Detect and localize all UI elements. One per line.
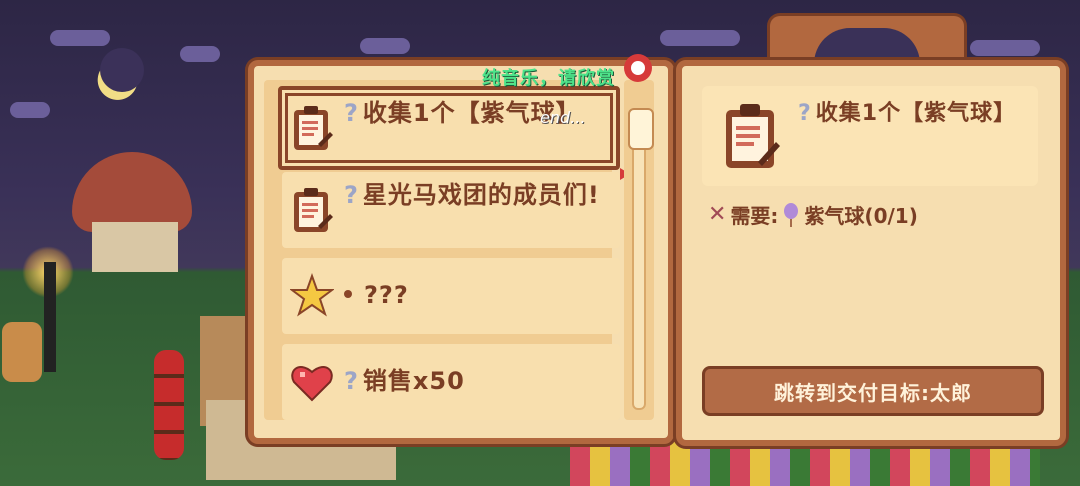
quest-detail-title: ? 收集1个【紫气球】 [798, 101, 1017, 126]
incomplete-icon: ✕ [708, 202, 727, 227]
tiger-character [2, 322, 42, 382]
street-lamp [44, 262, 56, 372]
panel-handle [770, 16, 964, 64]
unknown-mark: ? [344, 367, 359, 395]
mushroom-house-roof [72, 152, 192, 232]
quest-title: ? 销售x50 [344, 367, 465, 395]
clipboard-icon [290, 104, 334, 152]
scroll-track [632, 110, 646, 410]
balloon-icon [784, 202, 799, 227]
cloud [660, 30, 740, 46]
cloud [180, 46, 220, 62]
red-lanterns [154, 350, 184, 460]
star-icon [289, 272, 335, 320]
ribbon-icon [624, 54, 652, 82]
unknown-mark: ? [798, 101, 812, 126]
moon [84, 48, 144, 108]
music-notice: 纯音乐，请欣赏 [482, 68, 615, 89]
quest-title: ??? [344, 280, 614, 310]
quest-list: ? 收集1个【紫气球】 ? 星光马戏团的成员们! ??? ? 销售x50 [264, 80, 640, 420]
requirement-label: 需要: [730, 204, 779, 228]
unknown-mark: ? [344, 99, 359, 127]
clipboard-icon [290, 186, 334, 234]
quest-list-scrollbar[interactable] [624, 80, 654, 420]
clipboard-icon [720, 102, 780, 172]
quest-detail-panel: ? 收集1个【紫气球】 ✕ 需要: 紫气球(0/1) 跳转到交付目标:太郎 [676, 60, 1066, 446]
quest-item-circus-members[interactable]: ? 星光马戏团的成员们! [282, 172, 620, 248]
jump-to-delivery-button[interactable]: 跳转到交付目标:太郎 [702, 366, 1044, 416]
flower-bed [570, 440, 1040, 486]
quest-detail-card: ? 收集1个【紫气球】 [702, 86, 1038, 186]
scroll-thumb[interactable] [628, 108, 654, 150]
unknown-mark: ? [344, 181, 359, 209]
cloud [970, 40, 1040, 56]
end-label: end... [540, 108, 586, 127]
quest-list-panel: ? 收集1个【紫气球】 ? 星光马戏团的成员们! ??? ? 销售x50 [248, 54, 674, 444]
quest-item-sales[interactable]: ? 销售x50 [282, 344, 620, 420]
requirement-text: 紫气球(0/1) [804, 204, 918, 228]
quest-item-collect-purple-balloon[interactable]: ? 收集1个【紫气球】 [278, 86, 640, 180]
cloud [10, 102, 50, 118]
cloud [50, 30, 110, 46]
heart-icon [290, 358, 334, 406]
cloud [360, 38, 410, 54]
quest-item-unknown[interactable]: ??? [282, 258, 620, 334]
requirement-row: ✕ 需要: 紫气球(0/1) [708, 200, 918, 229]
bullet-icon [344, 290, 352, 298]
quest-title: ? 星光马戏团的成员们! [344, 181, 600, 209]
mushroom-house [92, 222, 178, 272]
